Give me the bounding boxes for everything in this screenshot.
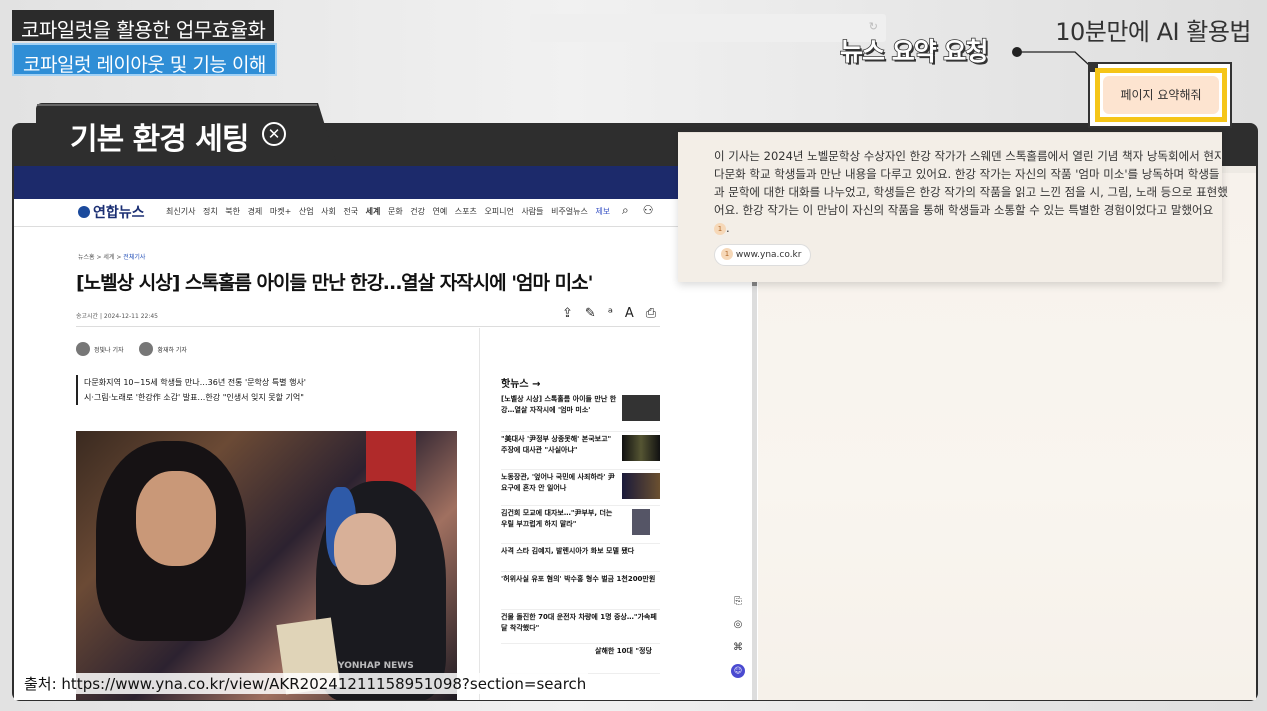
copilot-side-toolbar: ⎘ ◎ ⌘ ☺ <box>730 590 746 682</box>
logo-text: 연합뉴스 <box>93 205 145 221</box>
list-item-title: 노동장관, '엎어나 국민에 사죄하라' 尹 요구에 혼자 안 일어나 <box>501 473 615 492</box>
nav-item[interactable]: 북한 <box>225 207 240 216</box>
citation-badge[interactable]: 1 <box>714 223 726 235</box>
sub-headline: 다문화지역 10~15세 학생들 만나…36년 전통 '문학상 특별 행사' <box>84 378 306 387</box>
nav-item[interactable]: 연예 <box>433 207 448 216</box>
nav-item[interactable]: 사회 <box>321 207 336 216</box>
source-domain: www.yna.co.kr <box>735 250 802 260</box>
thumbnail <box>622 473 660 499</box>
source-credit: 출처: https://www.yna.co.kr/view/AKR202412… <box>22 673 589 694</box>
article-headline: [노벨상 시상] 스톡홀름 아이들 만난 한강…열살 자작시에 '엄마 미소' <box>76 272 593 294</box>
arrow-right-icon: → <box>532 379 541 390</box>
article-photo: YONHAP NEWS <box>76 431 457 700</box>
course-subtitle: 코파일럿 레이아웃 및 기능 이해 <box>12 43 277 76</box>
nav-item[interactable]: 전국 <box>343 207 358 216</box>
list-item[interactable]: '허위사실 유포 혐의' 박수홍 형수 벌금 1천200만원 <box>501 572 660 610</box>
nav-icons: ⌕ ⚇ <box>622 203 653 218</box>
tab-divider <box>37 104 317 106</box>
list-item[interactable]: 건물 돌진한 70대 운전자 차량에 1명 중상…"가속페달 착각했다" <box>501 610 660 644</box>
source-link[interactable]: 1 www.yna.co.kr <box>714 244 812 266</box>
thumbnail <box>622 435 660 461</box>
list-item[interactable]: [노벨상 시상] 스톡홀름 아이들 만난 한강…열살 자작시에 '엄마 미소' <box>501 392 660 432</box>
article-dateline: 송고시간 | 2024-12-11 22:45 <box>76 313 158 320</box>
nav-item[interactable]: 최신기사 <box>166 207 195 216</box>
divider <box>76 326 660 327</box>
section-title: 기본 환경 세팅 <box>70 122 249 157</box>
hot-news-label: 핫뉴스 <box>501 379 529 390</box>
nav-item[interactable]: 오피니언 <box>484 207 513 216</box>
list-item[interactable]: 사격 스타 김예지, 발렌시아가 화보 모델 됐다 <box>501 544 660 572</box>
breadcrumb-item[interactable]: 세계 <box>103 254 114 261</box>
copilot-bot-icon[interactable]: ☺ <box>730 659 746 682</box>
list-item-title: 살해한 10대 "정당 <box>595 647 652 655</box>
breadcrumb: 뉴스홈 > 세계 > 전체기사 <box>78 254 146 261</box>
hot-news-list: [노벨상 시상] 스톡홀름 아이들 만난 한강…열살 자작시에 '엄마 미소' … <box>501 392 660 674</box>
reporter[interactable]: 정빛나 기자 <box>76 342 124 356</box>
location-icon[interactable]: ◎ <box>730 613 746 636</box>
hot-news-title[interactable]: 핫뉴스 → <box>501 375 540 390</box>
site-logo[interactable]: 연합뉴스 <box>78 202 145 222</box>
print-icon[interactable]: ⎙ <box>646 306 668 321</box>
breadcrumb-item[interactable]: 전체기사 <box>123 254 145 261</box>
nav-item[interactable]: 정치 <box>203 207 218 216</box>
list-item-title: "美대사 '尹정부 상종못해' 본국보고" 주장에 대사관 "사실아냐" <box>501 435 612 454</box>
share-icon[interactable]: ⇪ <box>562 306 585 321</box>
comment-icon[interactable]: ✎ <box>585 306 608 321</box>
list-item[interactable]: 김건희 모교에 대자보…"尹부부, 더는 우릴 부끄럽게 하지 말라" <box>501 506 660 544</box>
list-item-title: 김건희 모교에 대자보…"尹부부, 더는 우릴 부끄럽게 하지 말라" <box>501 509 613 528</box>
font-size-icon[interactable]: ᵃA <box>608 306 646 321</box>
reporters: 정빛나 기자 황재하 기자 <box>76 342 201 356</box>
reporter-name: 황재하 기자 <box>157 347 187 354</box>
apps-icon[interactable]: ⌘ <box>730 636 746 659</box>
list-item-title: 건물 돌진한 70대 운전자 차량에 1명 중상…"가속페달 착각했다" <box>501 613 657 632</box>
nav-menu: 최신기사 정치 북한 경제 마켓+ 산업 사회 전국 세계 문화 건강 연예 스… <box>166 206 615 217</box>
list-item-title: '허위사실 유포 혐의' 박수홍 형수 벌금 1천200만원 <box>501 575 656 583</box>
logo-mark-icon <box>78 206 90 218</box>
sub-headline: 시·그림·노래로 '한강作 소감' 발표…한강 "인생서 잊지 못할 기억" <box>84 393 304 402</box>
list-item-title: 사격 스타 김예지, 발렌시아가 화보 모델 됐다 <box>501 547 635 555</box>
column-divider <box>479 328 480 700</box>
list-item[interactable]: "美대사 '尹정부 상종못해' 본국보고" 주장에 대사관 "사실아냐" <box>501 432 660 470</box>
summary-request-bubble[interactable]: 페이지 요약해줘 <box>1103 76 1219 114</box>
list-item[interactable]: 살해한 10대 "정당 <box>501 644 660 674</box>
photo-watermark: YONHAP NEWS <box>338 661 414 671</box>
search-icon[interactable]: ⌕ <box>622 203 629 217</box>
summary-body: 이 기사는 2024년 노벨문학상 수상자인 한강 작가가 스웨덴 스톡홀름에서… <box>714 149 1228 217</box>
list-item-title: [노벨상 시상] 스톡홀름 아이들 만난 한강…열살 자작시에 '엄마 미소' <box>501 395 617 414</box>
course-title: 코파일럿을 활용한 업무효율화 <box>12 10 275 42</box>
reporter[interactable]: 황재하 기자 <box>139 342 187 356</box>
news-article-page: 연합뉴스 최신기사 정치 북한 경제 마켓+ 산업 사회 전국 세계 문화 건강… <box>14 166 752 700</box>
thumbnail <box>632 509 650 535</box>
nav-item[interactable]: 경제 <box>248 207 263 216</box>
citation-badge: 1 <box>721 248 733 260</box>
reporter-name: 정빛나 기자 <box>94 347 124 354</box>
nav-item[interactable]: 문화 <box>388 207 403 216</box>
nav-item[interactable]: 건강 <box>410 207 425 216</box>
thumbnail <box>622 395 660 421</box>
user-icon[interactable]: ⚇ <box>643 203 654 217</box>
nav-item[interactable]: 비주얼뉴스 <box>551 207 588 216</box>
photo-child-face <box>334 513 396 585</box>
photo-person-face <box>136 471 216 566</box>
avatar <box>139 342 154 356</box>
list-item[interactable]: 노동장관, '엎어나 국민에 사죄하라' 尹 요구에 혼자 안 일어나 <box>501 470 660 506</box>
nav-item[interactable]: 산업 <box>299 207 314 216</box>
sub-headlines: 다문화지역 10~15세 학생들 만나…36년 전통 '문학상 특별 행사' 시… <box>76 375 306 405</box>
top-banner <box>14 166 752 199</box>
summary-text: 이 기사는 2024년 노벨문학상 수상자인 한강 작가가 스웨덴 스톡홀름에서… <box>714 149 1228 235</box>
nav-item[interactable]: 세계 <box>366 207 381 216</box>
book-icon[interactable]: ⎘ <box>730 590 746 613</box>
nav-item[interactable]: 마켓+ <box>270 207 291 216</box>
nav-item[interactable]: 제보 <box>595 207 610 216</box>
avatar <box>76 342 90 356</box>
callout-label: 뉴스 요약 요청 <box>839 36 989 67</box>
nav-item[interactable]: 스포츠 <box>455 207 477 216</box>
close-circle-icon: ✕ <box>262 122 286 146</box>
nav-item[interactable]: 사람들 <box>521 207 543 216</box>
article-actions: ⇪✎ᵃA⎙ <box>562 306 668 321</box>
address-bar[interactable]: ↻ <box>530 14 886 42</box>
breadcrumb-item[interactable]: 뉴스홈 <box>78 254 95 261</box>
